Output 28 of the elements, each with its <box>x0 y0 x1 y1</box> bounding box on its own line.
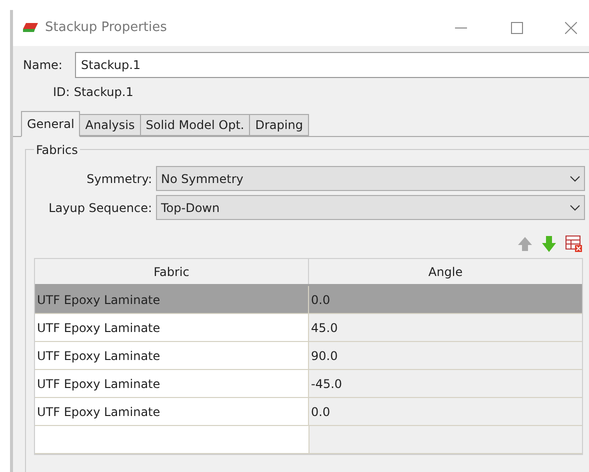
tab[interactable]: Solid Model Opt. <box>140 114 250 136</box>
chevron-down-icon[interactable] <box>570 176 580 182</box>
name-label: Name: <box>23 57 64 74</box>
column-header[interactable]: Fabric <box>35 259 309 284</box>
table-cell[interactable]: UTF Epoxy Laminate <box>35 370 309 397</box>
delete-row-icon[interactable] <box>565 235 583 253</box>
chevron-down-icon[interactable] <box>570 204 580 210</box>
tab[interactable]: General <box>21 111 80 137</box>
close-button[interactable] <box>565 22 577 34</box>
maximize-button[interactable] <box>511 22 523 34</box>
window-title: Stackup Properties <box>45 19 167 38</box>
table-cell[interactable]: 0.0 <box>309 286 582 313</box>
table-cell[interactable]: UTF Epoxy Laminate <box>35 398 309 425</box>
table-cell[interactable]: UTF Epoxy Laminate <box>35 314 309 341</box>
tab[interactable]: Draping <box>250 114 309 136</box>
dropdown[interactable]: Top-Down <box>156 195 585 220</box>
table-cell[interactable]: UTF Epoxy Laminate <box>35 342 309 369</box>
combo-label: Symmetry: <box>86 170 153 188</box>
dropdown[interactable]: No Symmetry <box>156 166 585 191</box>
id-value: Stackup.1 <box>74 84 134 101</box>
combo-label: Layup Sequence: <box>48 200 153 216</box>
name-field[interactable]: Stackup.1 <box>75 52 589 78</box>
app-icon <box>23 22 39 34</box>
down-arrow-icon[interactable] <box>541 235 557 253</box>
id-label: ID: <box>53 84 70 101</box>
table-cell[interactable]: UTF Epoxy Laminate <box>35 286 309 313</box>
tab[interactable]: Analysis <box>80 114 141 136</box>
column-header[interactable]: Angle <box>309 259 582 284</box>
